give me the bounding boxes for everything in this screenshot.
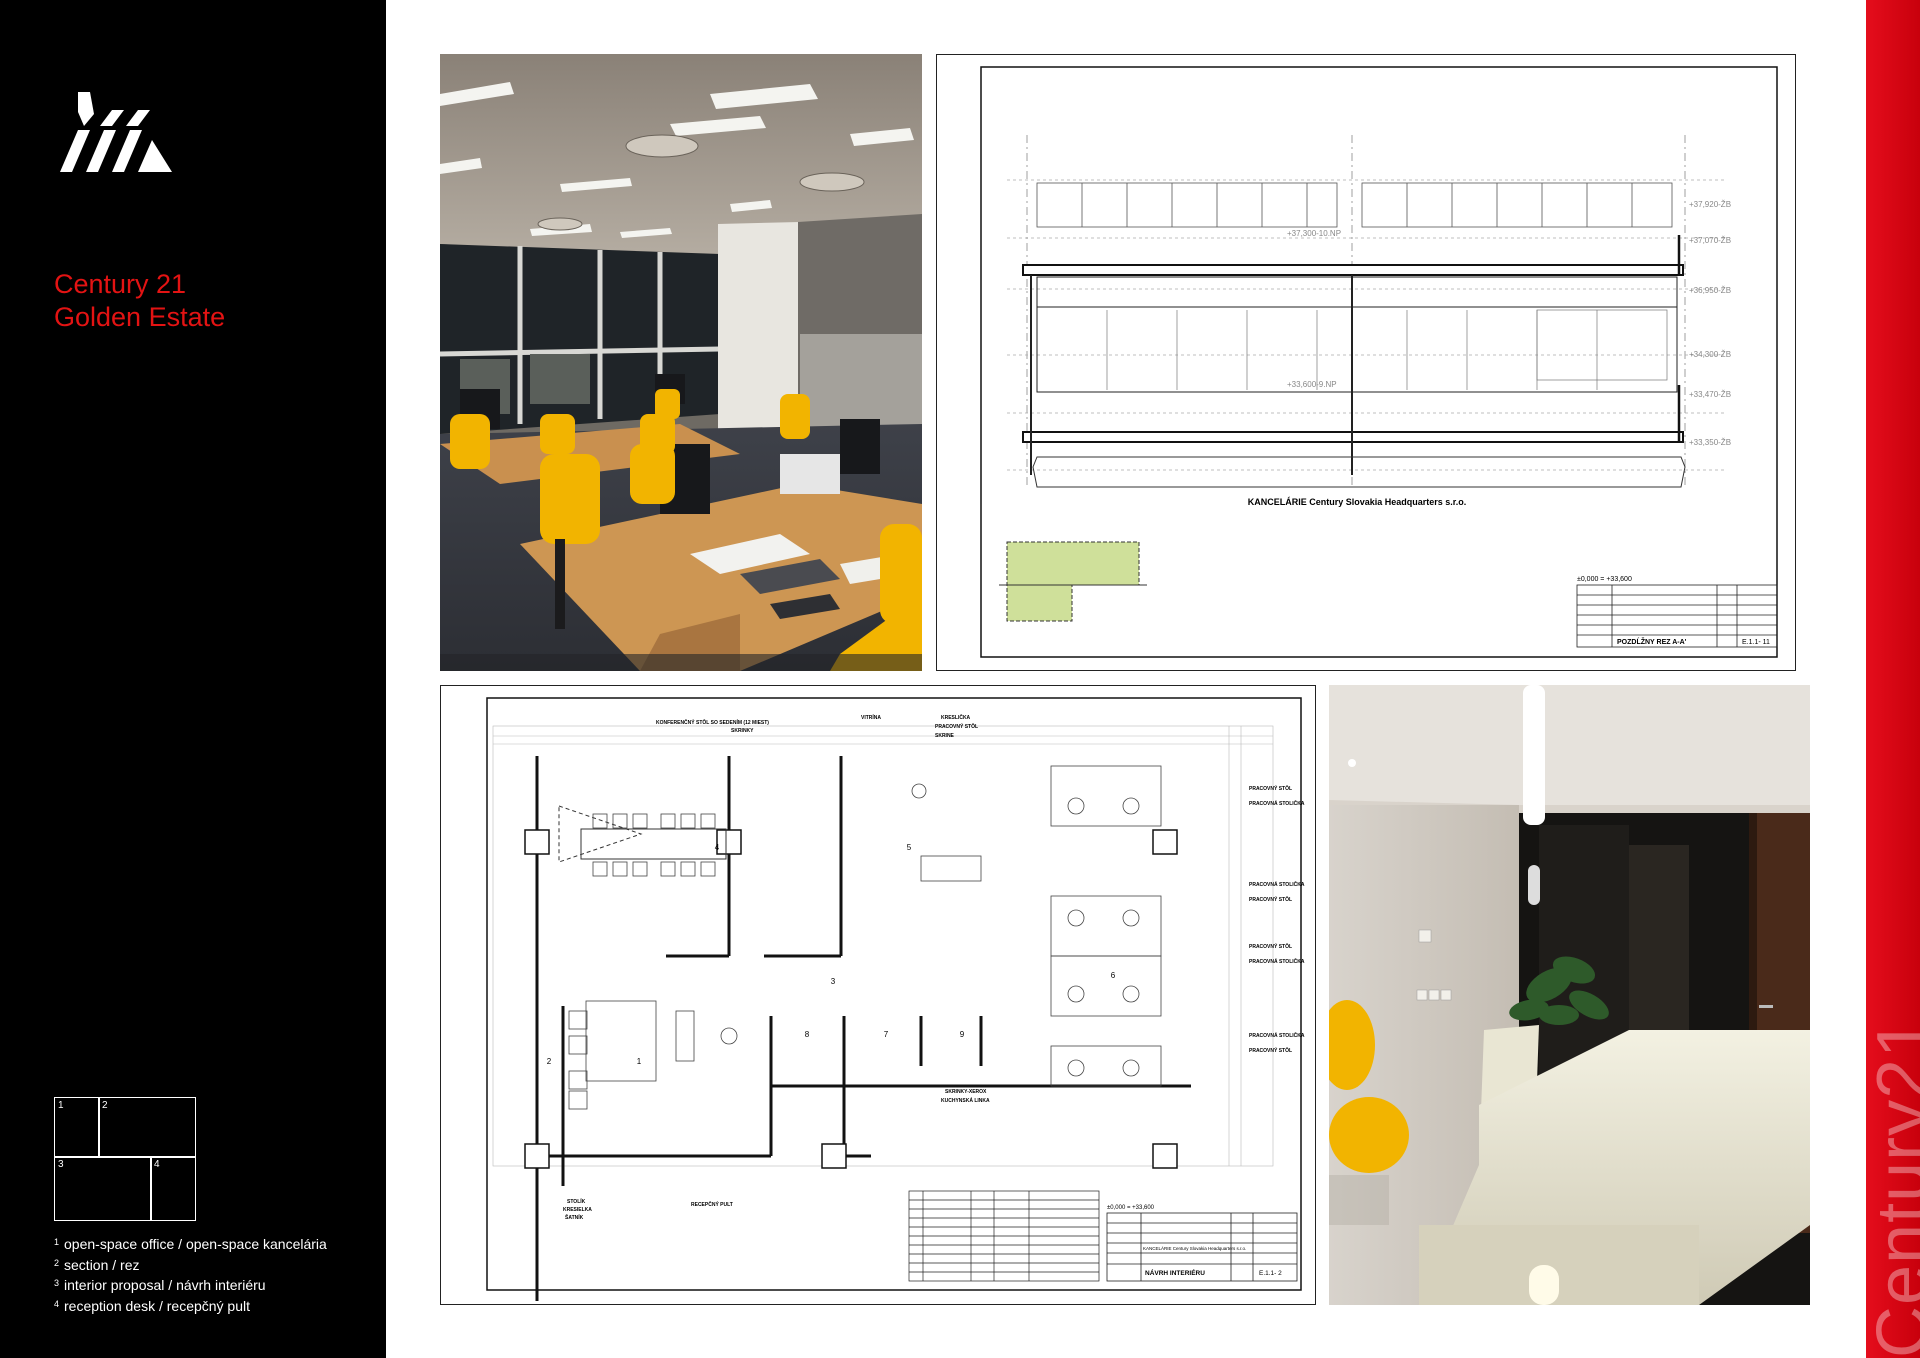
level-label: +37,070-ŽB	[1689, 236, 1731, 245]
key-number: 2	[102, 1100, 108, 1111]
legend-text: open-space office / open-space kancelári…	[64, 1236, 327, 1252]
open-space-office-photo	[440, 54, 922, 671]
title-line-2: Golden Estate	[54, 302, 226, 332]
plan-label: PRACOVNÁ STOLIČKA	[1249, 1032, 1305, 1039]
level-label: +33,350-ŽB	[1689, 438, 1731, 447]
room-number: 7	[884, 1030, 889, 1039]
plan-label: KRESIELKA	[563, 1207, 592, 1213]
plan-label: PRACOVNÁ STOLIČKA	[1249, 958, 1305, 965]
level-label: +33,470-ŽB	[1689, 390, 1731, 399]
project-title: Century 21 Golden Estate	[54, 268, 225, 334]
level-label: +34,300-ŽB	[1689, 350, 1731, 359]
legend-text: reception desk / recepčný pult	[64, 1297, 251, 1314]
room-number: 2	[547, 1057, 552, 1066]
plan-label: PRACOVNÝ STÔL	[935, 722, 978, 730]
plan-label: KUCHYNSKÁ LINKA	[941, 1097, 990, 1104]
sheet-title: POZDĹŽNY REZ A-A'	[1617, 637, 1687, 646]
reception-desk-photo	[1329, 685, 1810, 1305]
floor-label: +33,600-9.NP	[1287, 380, 1337, 389]
level-label: +36,950-ŽB	[1689, 286, 1731, 295]
plan-label: SKRINE	[935, 733, 955, 739]
project-label: KANCELÁRIE Century Slovakia Headquarters…	[1143, 1245, 1246, 1251]
legend-text: interior proposal / návrh interiéru	[64, 1277, 266, 1293]
plan-label: KRESLIČKA	[941, 714, 971, 721]
legend-item: 1 open-space office / open-space kancelár…	[54, 1233, 327, 1254]
key-number: 1	[58, 1100, 64, 1111]
stylized-m-logo-icon	[60, 92, 172, 172]
legend-item: 3 interior proposal / návrh interiéru	[54, 1274, 327, 1295]
legend-number: 3	[54, 1278, 60, 1288]
room-number: 3	[831, 977, 836, 986]
plan-label: ŠATNÍK	[565, 1213, 584, 1221]
room-number: 1	[637, 1057, 642, 1066]
legend-number: 4	[54, 1298, 60, 1309]
floor-label: +37,300-10.NP	[1287, 229, 1341, 238]
sheet-number: E.1.1- 11	[1742, 639, 1770, 646]
key-box-4: 4	[150, 1156, 196, 1221]
key-number: 4	[154, 1159, 160, 1170]
room-number: 5	[907, 843, 912, 852]
plan-label: SKRINKY-XEROX	[945, 1089, 987, 1095]
plan-label: STOLÍK	[567, 1197, 586, 1205]
sheet-title: NÁVRH INTERIÉRU	[1145, 1268, 1205, 1277]
panel-key-map: 1 2 3 4	[54, 1097, 196, 1221]
section-caption: KANCELÁRIE Century Slovakia Headquarters…	[1248, 497, 1467, 507]
legend-number: 1	[54, 1237, 60, 1247]
key-box-1: 1	[54, 1097, 100, 1158]
room-number: 8	[805, 1030, 810, 1039]
key-box-3: 3	[54, 1156, 152, 1221]
legend: 1 open-space office / open-space kancelár…	[54, 1233, 327, 1315]
plan-label: PRACOVNÁ STOLIČKA	[1249, 881, 1305, 888]
plan-label: RECEPČNÝ PULT	[691, 1201, 733, 1208]
room-number: 4	[715, 843, 720, 852]
title-line-1: Century 21	[54, 269, 187, 299]
sidebar: Century 21 Golden Estate 1 2 3 4 1 open-s…	[0, 0, 386, 1358]
legend-text: section / rez	[64, 1256, 140, 1273]
plan-label: PRACOVNÁ STOLIČKA	[1249, 800, 1305, 807]
datum-label: ±0,000 = +33,600	[1577, 576, 1632, 583]
legend-item: 4 reception desk / recepčný pult	[54, 1295, 327, 1316]
plan-label: PRACOVNÝ STÔL	[1249, 895, 1292, 903]
plan-label: PRACOVNÝ STÔL	[1249, 1046, 1292, 1054]
room-number: 6	[1111, 971, 1116, 980]
level-label: +37,920-ŽB	[1689, 200, 1731, 209]
key-number: 3	[58, 1159, 64, 1170]
key-box-2: 2	[98, 1097, 196, 1158]
plan-label: KONFERENČNÝ STÔL SO SEDENÍM (12 MIEST)	[656, 718, 769, 726]
plan-label: VITRÍNA	[861, 713, 881, 721]
brand-strip-text: Century21	[1863, 1016, 1920, 1358]
sheet-number: E.1.1- 2	[1259, 1270, 1282, 1277]
plan-label: PRACOVNÝ STÔL	[1249, 784, 1292, 792]
plan-label: PRACOVNÝ STÔL	[1249, 942, 1292, 950]
section-drawing: KANCELÁRIE Century Slovakia Headquarters…	[936, 54, 1796, 671]
legend-number: 2	[54, 1257, 60, 1268]
datum-label: ±0,000 = +33,600	[1107, 1205, 1155, 1211]
legend-item: 2 section / rez	[54, 1254, 327, 1275]
plan-label: SKRINKY	[731, 728, 754, 734]
room-number: 9	[960, 1030, 965, 1039]
interior-plan-drawing: 1 2 3 4 5 6 7 8 9 KONFERENČNÝ STÔL SO SE…	[440, 685, 1316, 1305]
